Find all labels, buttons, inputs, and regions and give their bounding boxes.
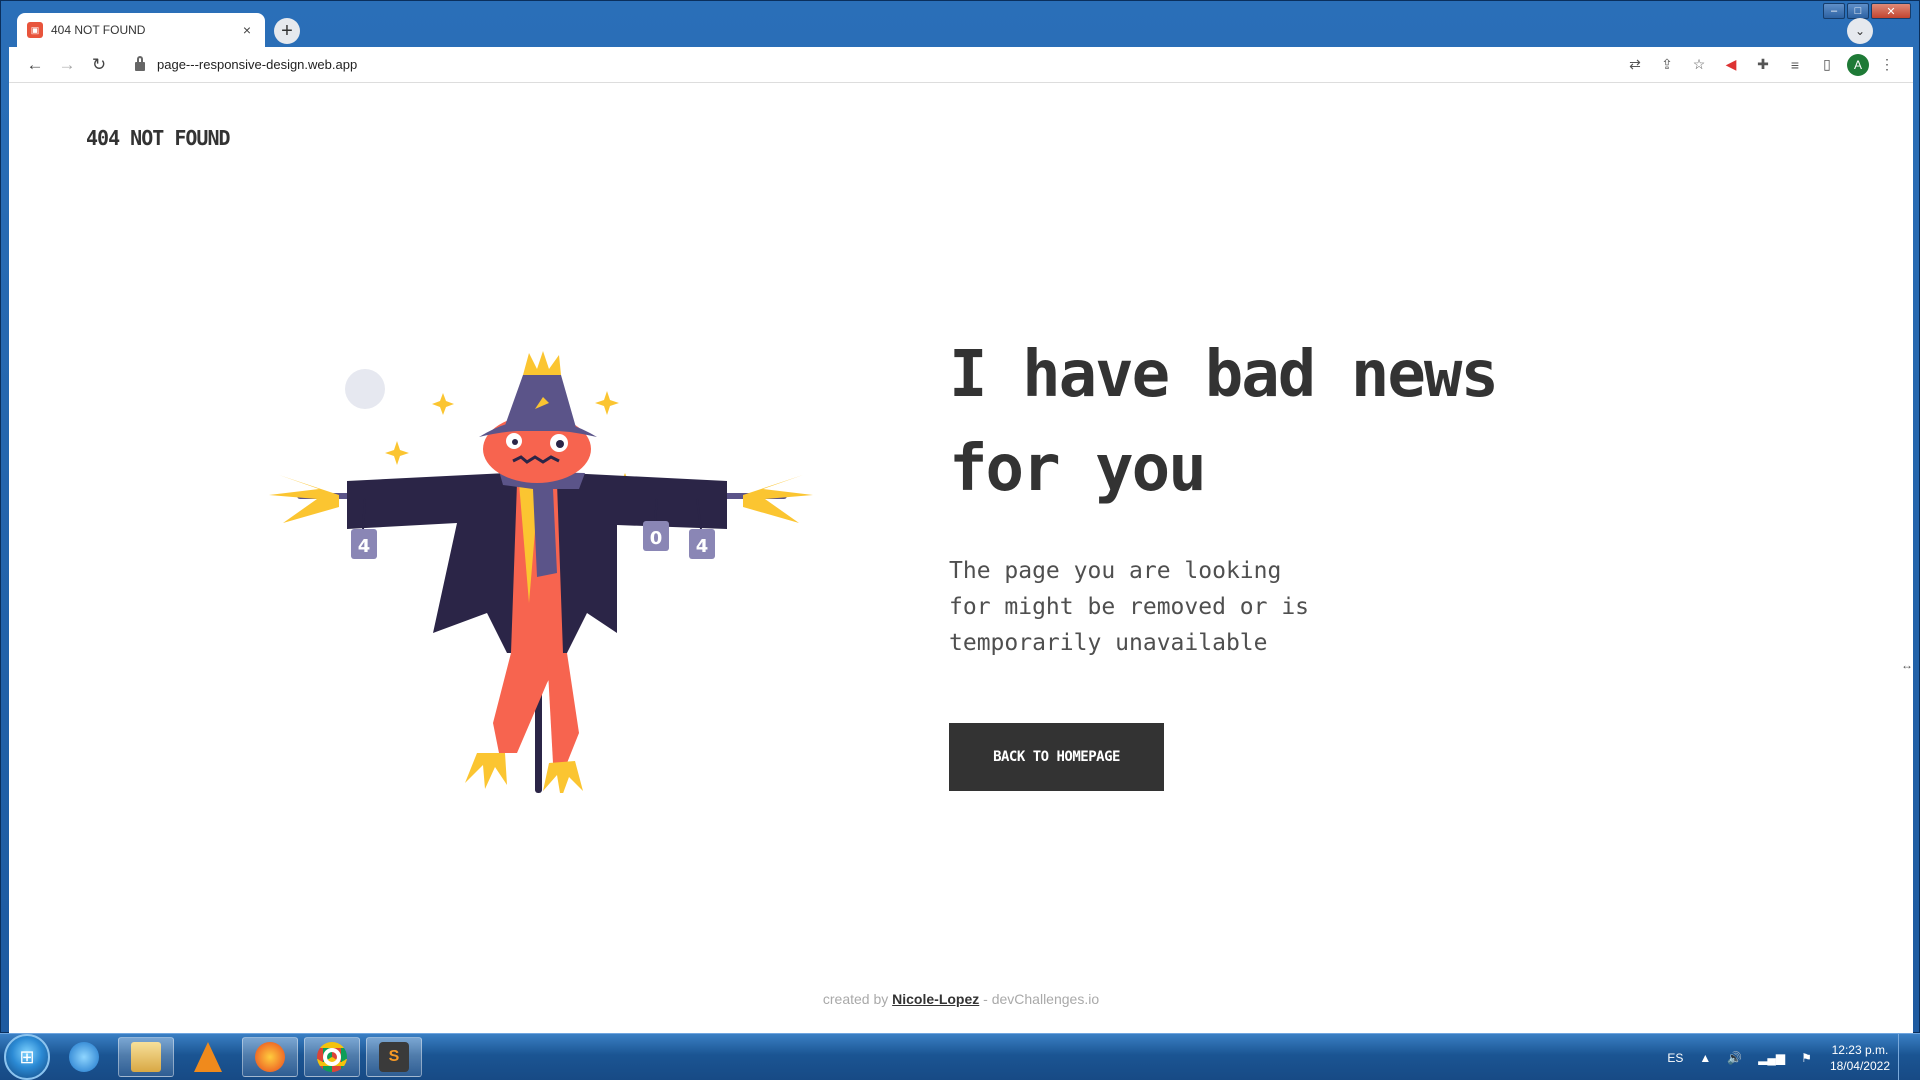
translate-icon[interactable]: ⇄: [1621, 51, 1649, 79]
favicon-icon: ▣: [27, 22, 43, 38]
language-indicator[interactable]: ES: [1667, 1051, 1683, 1065]
description-line: temporarily unavailable: [949, 630, 1268, 656]
sparkle-shape: [385, 441, 409, 465]
taskbar: ⊞ S ES ▲ 🔊 ▂▄▆ ⚑ 12:23 p.m. 18/04/2022: [0, 1033, 1920, 1080]
system-tray: ES ▲ 🔊 ▂▄▆ ⚑ 12:23 p.m. 18/04/2022: [1651, 1034, 1910, 1080]
reload-icon[interactable]: ↻: [85, 51, 113, 79]
browser-toolbar: ← → ↻ page---responsive-design.web.app ⇄…: [9, 47, 1913, 83]
scarecrow-illustration: 4 0 4: [269, 351, 813, 793]
page-headline: I have bad news for you: [949, 328, 1589, 516]
taskbar-chrome[interactable]: [304, 1037, 360, 1077]
show-hidden-icons-icon[interactable]: ▲: [1699, 1051, 1711, 1065]
action-center-flag-icon[interactable]: ⚑: [1801, 1051, 1812, 1065]
folder-icon: [131, 1042, 161, 1072]
url-text: page---responsive-design.web.app: [157, 57, 358, 72]
page-description: The page you are looking for might be re…: [949, 553, 1369, 661]
footer-prefix: created by: [822, 991, 889, 1007]
taskbar-internet-explorer[interactable]: [56, 1037, 112, 1077]
address-bar[interactable]: page---responsive-design.web.app: [125, 51, 1609, 79]
sparkle-shape: [595, 391, 619, 415]
taskbar-vlc[interactable]: [180, 1037, 236, 1077]
browser-window: – □ ✕ ▣ 404 NOT FOUND × + ⌄ ← → ↻ page--…: [0, 0, 1920, 1033]
profile-avatar[interactable]: A: [1847, 53, 1869, 76]
can-right-digit: 4: [696, 536, 709, 557]
network-signal-icon[interactable]: ▂▄▆: [1758, 1051, 1785, 1065]
clock-time: 12:23 p.m.: [1831, 1042, 1889, 1057]
footer-credit: created by Nicole-Lopez - devChallenges.…: [9, 991, 1913, 1007]
description-line: The page you are looking: [949, 558, 1282, 584]
tab-404[interactable]: ▣ 404 NOT FOUND ×: [17, 13, 265, 47]
site-brand[interactable]: 404 NOT FOUND: [86, 126, 231, 150]
firefox-icon: [255, 1042, 285, 1072]
footer-suffix: - devChallenges.io: [983, 991, 1100, 1007]
volume-icon[interactable]: 🔊: [1727, 1051, 1742, 1065]
tab-strip: ▣ 404 NOT FOUND × + ⌄: [9, 13, 1909, 47]
chrome-icon: [317, 1042, 347, 1072]
internet-explorer-icon: [69, 1042, 99, 1072]
clock[interactable]: 12:23 p.m. 18/04/2022: [1830, 1042, 1890, 1074]
right-straw-foot: [543, 761, 583, 793]
tab-close-icon[interactable]: ×: [239, 22, 255, 38]
start-button[interactable]: ⊞: [4, 1034, 50, 1080]
headline-line: for you: [949, 432, 1207, 506]
back-to-homepage-button[interactable]: BACK TO HOMEPAGE: [949, 723, 1164, 791]
taskbar-firefox[interactable]: [242, 1037, 298, 1077]
clock-date: 18/04/2022: [1829, 1058, 1890, 1073]
media-queue-icon[interactable]: ≡: [1781, 51, 1809, 79]
taskbar-file-explorer[interactable]: [118, 1037, 174, 1077]
back-arrow-icon[interactable]: ←: [21, 51, 49, 79]
hat-straw: [523, 351, 561, 375]
page-viewport: 404 NOT FOUND 4 0 4 I have bad news for …: [9, 83, 1913, 1033]
author-link[interactable]: Nicole-Lopez: [892, 991, 979, 1007]
description-line: for might be removed or is: [949, 594, 1310, 620]
side-panel-icon[interactable]: ▯: [1813, 51, 1841, 79]
headline-line: I have bad news: [949, 338, 1499, 412]
extension-megaphone-icon[interactable]: ◀: [1717, 51, 1745, 79]
leg-shape: [547, 653, 579, 763]
resize-handle-icon[interactable]: ↔: [1901, 658, 1913, 672]
bookmark-star-icon[interactable]: ☆: [1685, 51, 1713, 79]
sparkle-shape: [432, 393, 454, 415]
can-left-digit: 4: [358, 536, 371, 557]
show-desktop-button[interactable]: [1898, 1034, 1910, 1080]
lock-icon: [135, 56, 145, 71]
extensions-puzzle-icon[interactable]: ✚: [1749, 51, 1777, 79]
tab-title: 404 NOT FOUND: [51, 23, 146, 37]
vlc-cone-icon: [194, 1042, 222, 1072]
taskbar-sublime-text[interactable]: S: [366, 1037, 422, 1077]
sublime-text-icon: S: [379, 1042, 409, 1072]
left-straw-foot: [465, 753, 507, 789]
moon-shape: [345, 369, 385, 409]
forward-arrow-icon[interactable]: →: [53, 51, 81, 79]
kebab-menu-icon[interactable]: ⋮: [1873, 51, 1901, 79]
can-middle-digit: 0: [650, 528, 663, 549]
share-icon[interactable]: ⇪: [1653, 51, 1681, 79]
tab-search-chevron-icon[interactable]: ⌄: [1847, 18, 1873, 44]
new-tab-button[interactable]: +: [274, 18, 300, 44]
